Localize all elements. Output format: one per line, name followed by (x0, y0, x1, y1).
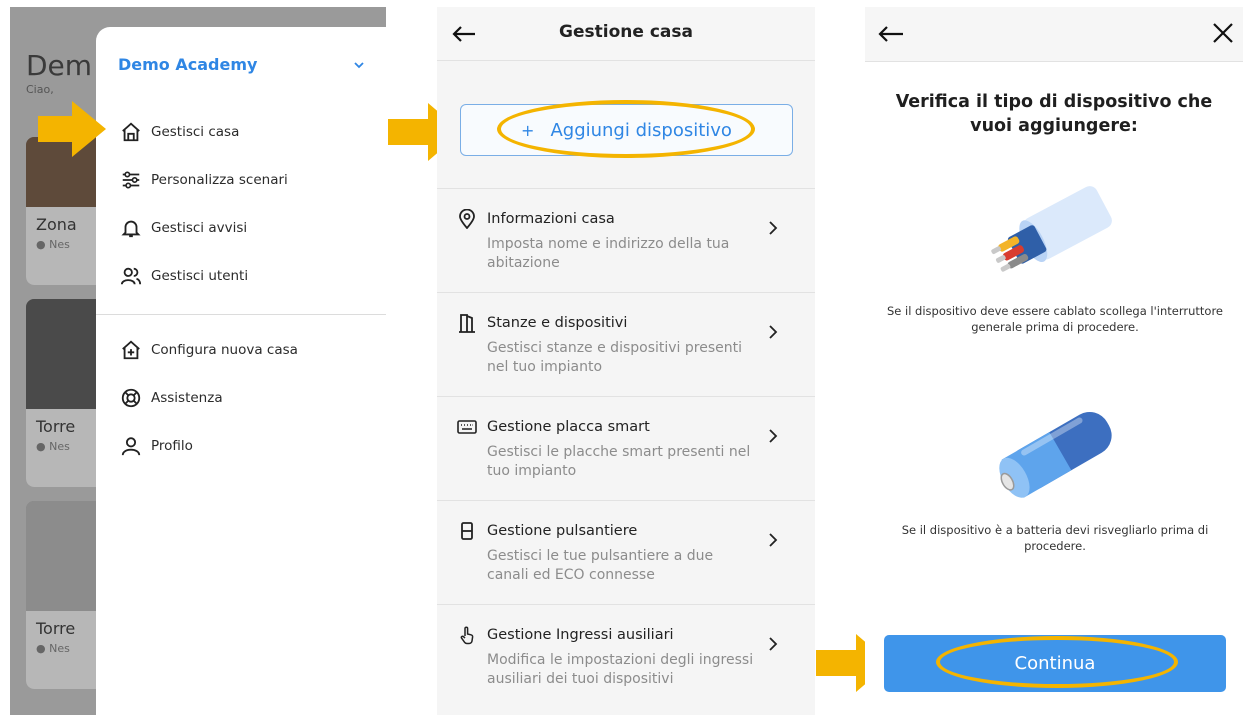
wired-device-note: Se il dispositivo deve essere cablato sc… (886, 304, 1224, 334)
continue-button[interactable]: Continua (884, 635, 1226, 692)
app-screen-gestione-casa: Gestione casa + Aggiungi dispositivo Inf… (437, 7, 815, 715)
menu-item-profilo[interactable]: Profilo (120, 435, 193, 457)
list-item-stanze-dispositivi[interactable]: Stanze e dispositivi Gestisci stanze e d… (437, 292, 815, 396)
menu-item-assistenza[interactable]: Assistenza (120, 387, 223, 409)
plus-icon: + (521, 120, 535, 140)
menu-item-label: Gestisci casa (151, 124, 240, 140)
wired-cable-illustration (991, 186, 1112, 272)
list-item-subtitle: Imposta nome e indirizzo della tua abita… (487, 236, 730, 271)
home-icon (122, 122, 140, 142)
list-item-subtitle: Gestisci le tue pulsantiere a due canali… (487, 548, 714, 583)
add-device-label: Aggiungi dispositivo (550, 119, 732, 141)
battery-illustration (999, 411, 1112, 498)
background-room-card: Torre ● Nes (26, 501, 106, 689)
list-item-subtitle: Gestisci le placche smart presenti nel t… (487, 444, 751, 479)
menu-item-label: Assistenza (151, 390, 223, 406)
background-room-card: Torre ● Nes (26, 299, 106, 487)
chevron-down-icon[interactable] (353, 59, 365, 71)
page-title: Gestione casa (559, 22, 693, 42)
chevron-right-icon (769, 533, 778, 547)
app-screen-device-type: Verifica il tipo di dispositivo che vuoi… (865, 7, 1243, 715)
switch-icon (461, 522, 473, 540)
menu-item-label: Personalizza scenari (151, 172, 288, 188)
tutorial-arrow-icon (38, 101, 106, 157)
back-arrow-icon[interactable] (877, 21, 905, 47)
sliders-icon (122, 171, 140, 189)
top-bar (865, 7, 1243, 62)
chevron-right-icon (769, 637, 778, 651)
page-heading: Verifica il tipo di dispositivo che vuoi… (895, 92, 1213, 136)
menu-item-label: Gestisci utenti (151, 268, 249, 284)
close-icon[interactable] (1212, 22, 1234, 44)
menu-item-personalizza-scenari[interactable]: Personalizza scenari (120, 169, 288, 191)
menu-item-label: Gestisci avvisi (151, 220, 248, 236)
menu-item-label: Profilo (151, 438, 193, 454)
menu-item-label: Configura nuova casa (151, 342, 298, 358)
menu-item-gestisci-utenti[interactable]: Gestisci utenti (120, 265, 248, 287)
user-icon (121, 437, 141, 456)
add-device-button[interactable]: + Aggiungi dispositivo (460, 104, 793, 156)
chevron-right-icon (769, 429, 778, 443)
chevron-right-icon (769, 221, 778, 235)
list-item-title: Stanze e dispositivi (487, 315, 628, 331)
keyboard-icon (457, 420, 477, 434)
touch-icon (460, 626, 474, 645)
top-bar: Gestione casa (437, 7, 815, 61)
background-home-title: Dem (26, 49, 93, 82)
list-item-subtitle: Modifica le impostazioni degli ingressi … (487, 652, 754, 687)
list-item-title: Informazioni casa (487, 211, 615, 227)
bell-icon (121, 220, 141, 238)
list-item-title: Gestione pulsantiere (487, 523, 638, 539)
menu-item-gestisci-casa[interactable]: Gestisci casa (120, 121, 239, 143)
menu-divider (96, 314, 386, 315)
chevron-right-icon (769, 325, 778, 339)
door-icon (459, 314, 475, 333)
battery-device-note: Se il dispositivo è a batteria devi risv… (901, 523, 1209, 553)
list-item-placca-smart[interactable]: Gestione placca smart Gestisci le placch… (437, 396, 815, 500)
list-item-title: Gestione Ingressi ausiliari (487, 627, 674, 643)
list-item-title: Gestione placca smart (487, 419, 650, 435)
lifebuoy-icon (121, 388, 141, 408)
side-drawer: Demo Academy Gestisci casa Personalizza … (96, 27, 386, 715)
house-selector-label[interactable]: Demo Academy (118, 55, 257, 74)
background-greeting: Ciao, (26, 83, 54, 96)
menu-item-configura-nuova-casa[interactable]: Configura nuova casa (120, 339, 298, 361)
location-pin-icon (459, 209, 475, 229)
menu-item-gestisci-avvisi[interactable]: Gestisci avvisi (120, 217, 247, 239)
list-item-ingressi-ausiliari[interactable]: Gestione Ingressi ausiliari Modifica le … (437, 604, 815, 715)
users-icon (120, 267, 142, 285)
home-add-icon (122, 340, 140, 360)
list-item-subtitle: Gestisci stanze e dispositivi presenti n… (487, 340, 742, 375)
background-room-card: Zona ● Nes (26, 137, 106, 285)
list-item-pulsantiere[interactable]: Gestione pulsantiere Gestisci le tue pul… (437, 500, 815, 604)
list-item-informazioni-casa[interactable]: Informazioni casa Imposta nome e indiriz… (437, 188, 815, 292)
